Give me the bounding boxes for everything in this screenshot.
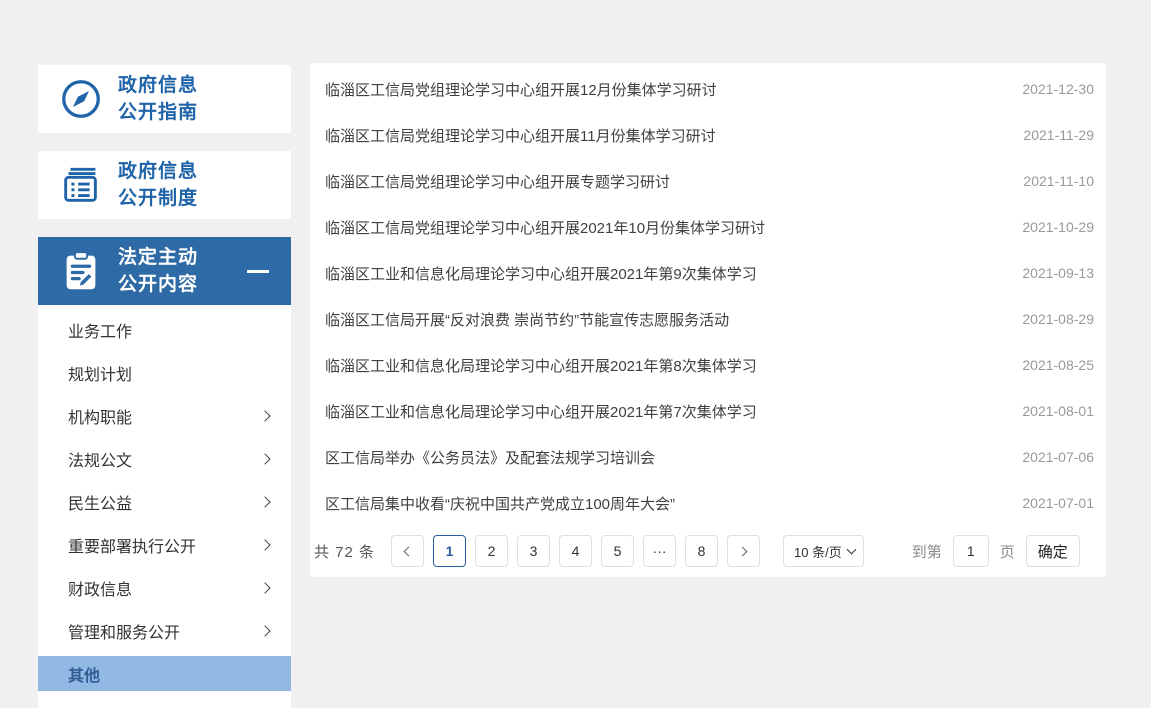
news-row: 临淄区工信局党组理论学习中心组开展专题学习研讨 2021-11-10 (310, 158, 1106, 204)
menu-item-label: 机构职能 (68, 404, 132, 428)
chevron-right-icon (259, 410, 270, 421)
menu-item-label: 民生公益 (68, 490, 132, 514)
news-link[interactable]: 临淄区工业和信息化局理论学习中心组开展2021年第7次集体学习 (325, 401, 1002, 422)
news-link[interactable]: 区工信局集中收看“庆祝中国共产党成立100周年大会” (325, 493, 1002, 514)
news-link[interactable]: 临淄区工信局党组理论学习中心组开展11月份集体学习研讨 (325, 125, 1003, 146)
news-date: 2021-07-01 (1022, 495, 1094, 511)
news-row: 临淄区工信局开展“反对浪费 崇尚节约”节能宣传志愿服务活动 2021-08-29 (310, 296, 1106, 342)
collapse-minus-icon[interactable] (247, 270, 269, 273)
sidebar-item-org-functions[interactable]: 机构职能 (38, 394, 291, 437)
chevron-right-icon (259, 496, 270, 507)
menu-item-label: 业务工作 (68, 318, 132, 342)
chevron-right-icon (259, 582, 270, 593)
page-ellipsis-button[interactable]: ··· (643, 535, 676, 567)
news-row: 临淄区工信局党组理论学习中心组开展2021年10月份集体学习研讨 2021-10… (310, 204, 1106, 250)
sidebar-item-statutory-disclosure[interactable]: 法定主动 公开内容 (38, 237, 291, 305)
page-button-1[interactable]: 1 (433, 535, 466, 567)
menu-item-label: 其他 (68, 662, 100, 686)
chevron-right-icon (259, 453, 270, 464)
news-date: 2021-09-13 (1022, 265, 1094, 281)
prev-page-button[interactable] (391, 535, 424, 567)
sidebar-item-gov-info-system[interactable]: 政府信息 公开制度 (38, 151, 291, 219)
sidebar-item-regulations[interactable]: 法规公文 (38, 437, 291, 480)
news-row: 临淄区工业和信息化局理论学习中心组开展2021年第7次集体学习 2021-08-… (310, 388, 1106, 434)
news-link[interactable]: 临淄区工信局党组理论学习中心组开展专题学习研讨 (325, 171, 1003, 192)
news-row: 临淄区工信局党组理论学习中心组开展12月份集体学习研讨 2021-12-30 (310, 66, 1106, 112)
sidebar-item-label: 法定主动 公开内容 (118, 244, 198, 298)
sidebar-submenu: 业务工作 规划计划 机构职能 法规公文 民生公益 重要部署执行公开 财政信息 管… (38, 305, 291, 708)
page-size-label: 10 条/页 (794, 542, 842, 561)
goto-label: 到第 (912, 541, 942, 562)
goto-page-group: 到第 页 确定 (912, 535, 1080, 567)
page-button-3[interactable]: 3 (517, 535, 550, 567)
book-icon (58, 162, 104, 208)
news-link[interactable]: 临淄区工信局党组理论学习中心组开展2021年10月份集体学习研讨 (325, 217, 1002, 238)
page-button-4[interactable]: 4 (559, 535, 592, 567)
menu-item-label: 管理和服务公开 (68, 619, 180, 643)
sidebar-item-other[interactable]: 其他 (38, 656, 291, 691)
chevron-left-icon (404, 546, 414, 556)
sidebar-item-fiscal-info[interactable]: 财政信息 (38, 566, 291, 609)
sidebar-item-planning[interactable]: 规划计划 (38, 351, 291, 394)
news-date: 2021-11-29 (1023, 127, 1094, 143)
news-row: 区工信局举办《公务员法》及配套法规学习培训会 2021-07-06 (310, 434, 1106, 480)
sidebar-item-gov-info-guide[interactable]: 政府信息 公开指南 (38, 65, 291, 133)
news-link[interactable]: 临淄区工信局党组理论学习中心组开展12月份集体学习研讨 (325, 79, 1002, 100)
chevron-right-icon (259, 539, 270, 550)
pagination-total: 共 72 条 (314, 541, 375, 562)
page-button-8[interactable]: 8 (685, 535, 718, 567)
news-row: 区工信局集中收看“庆祝中国共产党成立100周年大会” 2021-07-01 (310, 480, 1106, 526)
news-row: 临淄区工信局党组理论学习中心组开展11月份集体学习研讨 2021-11-29 (310, 112, 1106, 158)
news-link[interactable]: 区工信局举办《公务员法》及配套法规学习培训会 (325, 447, 1002, 468)
news-link[interactable]: 临淄区工业和信息化局理论学习中心组开展2021年第8次集体学习 (325, 355, 1002, 376)
sidebar-item-label: 政府信息 公开指南 (118, 72, 198, 126)
page-button-2[interactable]: 2 (475, 535, 508, 567)
sidebar-item-public-welfare[interactable]: 民生公益 (38, 480, 291, 523)
pagination: 共 72 条 1 2 3 4 5 ··· 8 10 条/页 到第 页 确定 (310, 535, 1106, 567)
goto-page-input[interactable] (953, 535, 989, 567)
sidebar-item-business-work[interactable]: 业务工作 (38, 308, 291, 351)
menu-item-label: 财政信息 (68, 576, 132, 600)
news-date: 2021-10-29 (1022, 219, 1094, 235)
news-row: 临淄区工业和信息化局理论学习中心组开展2021年第8次集体学习 2021-08-… (310, 342, 1106, 388)
page-size-select[interactable]: 10 条/页 (783, 535, 864, 567)
chevron-right-icon (738, 546, 748, 556)
news-date: 2021-08-29 (1022, 311, 1094, 327)
chevron-down-icon (846, 545, 856, 555)
chevron-right-icon (259, 625, 270, 636)
menu-item-label: 规划计划 (68, 361, 132, 385)
news-date: 2021-07-06 (1022, 449, 1094, 465)
confirm-button[interactable]: 确定 (1026, 535, 1080, 567)
clipboard-pen-icon (58, 248, 104, 294)
page-button-5[interactable]: 5 (601, 535, 634, 567)
menu-item-label: 重要部署执行公开 (68, 533, 196, 557)
sidebar-item-management-service[interactable]: 管理和服务公开 (38, 609, 291, 652)
page-unit-label: 页 (1000, 541, 1015, 562)
next-page-button[interactable] (727, 535, 760, 567)
news-link[interactable]: 临淄区工业和信息化局理论学习中心组开展2021年第9次集体学习 (325, 263, 1002, 284)
news-date: 2021-11-10 (1023, 173, 1094, 189)
news-date: 2021-08-01 (1022, 403, 1094, 419)
news-row: 临淄区工业和信息化局理论学习中心组开展2021年第9次集体学习 2021-09-… (310, 250, 1106, 296)
sidebar-item-label: 政府信息 公开制度 (118, 158, 198, 212)
news-link[interactable]: 临淄区工信局开展“反对浪费 崇尚节约”节能宣传志愿服务活动 (325, 309, 1002, 330)
sidebar-item-deployment-disclosure[interactable]: 重要部署执行公开 (38, 523, 291, 566)
news-list-panel: 临淄区工信局党组理论学习中心组开展12月份集体学习研讨 2021-12-30 临… (310, 63, 1106, 577)
menu-item-label: 法规公文 (68, 447, 132, 471)
compass-icon (58, 76, 104, 122)
news-date: 2021-08-25 (1022, 357, 1094, 373)
sidebar: 政府信息 公开指南 政府信息 公开制度 法定主动 (38, 65, 291, 708)
news-date: 2021-12-30 (1022, 81, 1094, 97)
